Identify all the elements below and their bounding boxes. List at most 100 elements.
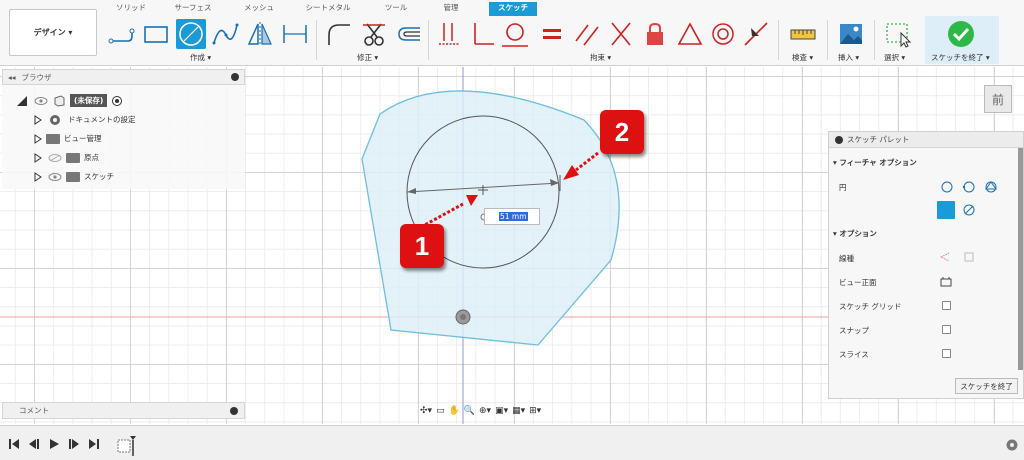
sketch-palette-header[interactable]: スケッチ パレット: [829, 132, 1023, 148]
perpendicular-constraint-icon[interactable]: [467, 19, 497, 49]
select-group-label[interactable]: 選択 ▾: [884, 52, 905, 63]
feature-options-heading[interactable]: ▾ フィーチャ オプション: [833, 157, 917, 168]
trim-scissors-icon[interactable]: [359, 19, 389, 49]
tab-sheet-metal[interactable]: シートメタル: [303, 2, 353, 16]
midpoint-constraint-icon[interactable]: [741, 19, 771, 49]
line-tool-icon[interactable]: [106, 19, 136, 49]
viewcube[interactable]: 前: [984, 85, 1012, 113]
equal-constraint-icon[interactable]: [537, 19, 567, 49]
tangent-constraint-icon[interactable]: [500, 19, 530, 49]
fix-lock-icon[interactable]: [640, 19, 670, 49]
workspace-switcher-button[interactable]: デザイン ▾: [9, 9, 97, 56]
snap-checkbox[interactable]: [942, 325, 951, 334]
rectangle-tool-icon[interactable]: [141, 19, 171, 49]
select-tool-icon[interactable]: [883, 19, 913, 49]
orbit-icon[interactable]: ✣▾: [420, 406, 432, 416]
tab-tools[interactable]: ツール: [380, 2, 412, 16]
tangent-circle-icon[interactable]: [962, 203, 976, 217]
tab-mesh[interactable]: メッシュ: [242, 2, 276, 16]
browser-header[interactable]: ◂◂ ブラウザ: [2, 69, 245, 85]
collinear-constraint-icon[interactable]: [606, 19, 636, 49]
tab-solid[interactable]: ソリッド: [112, 2, 150, 16]
activate-radio-icon[interactable]: [111, 95, 123, 107]
modify-group-label[interactable]: 修正 ▾: [357, 52, 378, 63]
tab-surface[interactable]: サーフェス: [173, 2, 213, 16]
slice-checkbox[interactable]: [942, 349, 951, 358]
expand-triangle-icon[interactable]: [34, 114, 42, 125]
browser-root-row[interactable]: (未保存): [16, 92, 123, 109]
browser-item-document-settings[interactable]: ドキュメントの設定: [34, 111, 136, 128]
palette-scrollbar[interactable]: [1018, 148, 1023, 370]
expand-triangle-icon[interactable]: [34, 152, 42, 163]
comment-options-icon[interactable]: [230, 406, 238, 415]
hidden-eye-icon[interactable]: [48, 153, 62, 162]
browser-options-icon[interactable]: [231, 73, 239, 81]
insert-group-label[interactable]: 挿入 ▾: [838, 52, 859, 63]
construction-line-icon[interactable]: [939, 251, 951, 263]
coincident-constraint-icon[interactable]: [434, 19, 464, 49]
callout-2: 2: [600, 110, 644, 154]
centerline-icon[interactable]: [963, 251, 975, 263]
inspect-group-label[interactable]: 検査 ▾: [792, 52, 813, 63]
tab-manage[interactable]: 管理: [436, 2, 466, 16]
expand-triangle-icon[interactable]: [34, 171, 42, 182]
insert-image-icon[interactable]: [836, 19, 866, 49]
visibility-eye-icon[interactable]: [34, 96, 48, 105]
options-heading[interactable]: ▾ オプション: [833, 228, 877, 239]
browser-item-origin[interactable]: 原点: [34, 149, 99, 166]
step-forward-icon[interactable]: [68, 438, 80, 450]
fillet-tool-icon[interactable]: [324, 19, 354, 49]
timeline-sketch-feature-icon[interactable]: [116, 434, 138, 456]
viewports-icon[interactable]: ⊞▾: [529, 406, 541, 416]
go-to-end-icon[interactable]: [88, 438, 100, 450]
visibility-eye-icon[interactable]: [48, 172, 62, 181]
comment-bar[interactable]: コメント: [2, 402, 245, 419]
root-component-label[interactable]: (未保存): [70, 94, 108, 107]
look-at-icon[interactable]: [940, 276, 952, 287]
finish-sketch-button[interactable]: スケッチを終了: [955, 378, 1018, 394]
look-at-view-icon[interactable]: ▭: [436, 406, 445, 416]
two-point-circle-icon[interactable]: [962, 180, 976, 194]
circle-tool-icon[interactable]: [176, 19, 206, 49]
dimension-value[interactable]: 51 mm: [499, 212, 528, 221]
sketch-grid-checkbox[interactable]: [942, 301, 951, 310]
concentric-constraint-icon[interactable]: [708, 19, 738, 49]
zoom-icon[interactable]: 🔍: [464, 406, 475, 416]
measure-ruler-icon[interactable]: [788, 19, 818, 49]
collapse-arrows-icon[interactable]: ◂◂: [8, 73, 16, 82]
construction-toggle-selected[interactable]: [937, 201, 955, 219]
grid-settings-icon[interactable]: ▦▾: [512, 406, 525, 416]
dimension-tool-icon[interactable]: [280, 19, 310, 49]
zoom-window-icon[interactable]: ⊕▾: [479, 406, 491, 416]
spline-tool-icon[interactable]: [210, 19, 240, 49]
play-icon[interactable]: [48, 438, 60, 450]
step-back-icon[interactable]: [28, 438, 40, 450]
parallel-constraint-icon[interactable]: [572, 19, 602, 49]
browser-item-views[interactable]: ビュー管理: [34, 130, 102, 147]
center-circle-icon[interactable]: [940, 180, 954, 194]
finish-sketch-panel[interactable]: スケッチを終了 ▾: [925, 16, 999, 64]
sketch-grid-label: スケッチ グリッド: [839, 302, 902, 311]
expand-triangle-icon[interactable]: [16, 95, 28, 107]
offset-tool-icon[interactable]: [393, 19, 423, 49]
timeline-settings-gear-icon[interactable]: [1005, 438, 1019, 452]
tab-sketch[interactable]: スケッチ: [489, 2, 537, 16]
go-to-start-icon[interactable]: [8, 438, 20, 450]
constraints-group-label[interactable]: 拘束 ▾: [590, 52, 611, 63]
finish-sketch-label[interactable]: スケッチを終了 ▾: [931, 52, 990, 63]
display-settings-icon[interactable]: ▣▾: [495, 406, 508, 416]
triangle-constraint-icon[interactable]: [675, 19, 705, 49]
expand-triangle-icon[interactable]: [34, 133, 42, 144]
toolbar-separator: [428, 20, 429, 60]
palette-pin-icon[interactable]: [835, 135, 843, 144]
finish-check-icon[interactable]: [947, 20, 975, 48]
browser-panel: ◂◂ ブラウザ (未保存) ドキュメントの設定 ビュー管理 原点 スケッチ: [2, 69, 245, 189]
mirror-tool-icon[interactable]: [245, 19, 275, 49]
pan-hand-icon[interactable]: ✋: [449, 406, 460, 416]
dimension-input-field[interactable]: 51 mm: [484, 208, 540, 225]
browser-item-sketches[interactable]: スケッチ: [34, 168, 114, 185]
browser-item-label: スケッチ: [84, 172, 114, 181]
viewcube-front-face[interactable]: 前: [992, 91, 1004, 108]
create-group-label[interactable]: 作成 ▾: [190, 52, 211, 63]
three-point-circle-icon[interactable]: [984, 180, 998, 194]
